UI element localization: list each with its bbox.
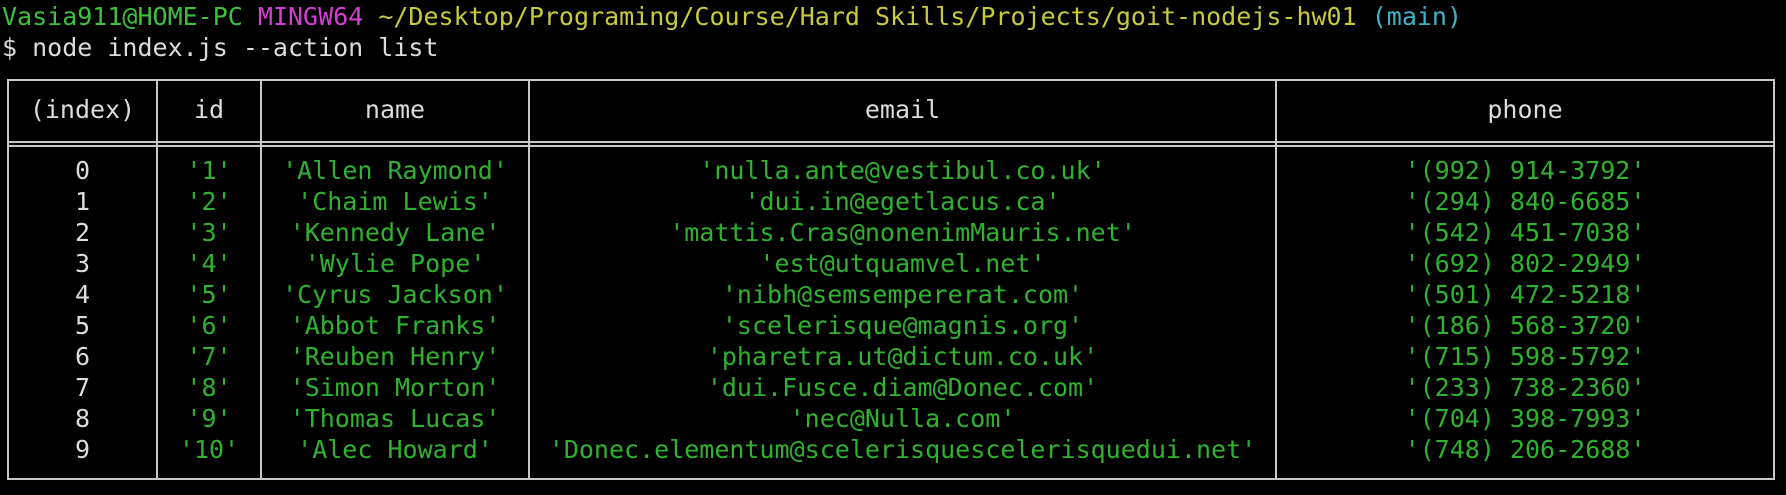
command-line: $ node index.js --action list (2, 33, 439, 62)
name-header: name (364, 95, 426, 124)
console-table: (index) 0 1 2 3 4 5 6 7 8 9 id '1' '2' '… (7, 79, 1775, 480)
table-cell-phone: '(294) 840-6685' (1404, 187, 1646, 216)
prompt-path: ~/Desktop/Programing/Course/Hard Skills/… (378, 2, 1357, 31)
table-cell-phone: '(748) 206-2688' (1404, 435, 1646, 464)
table-cell-id: '3' (186, 218, 232, 247)
phone-header: phone (1487, 95, 1563, 124)
table-cell-name: 'Simon Morton' (289, 373, 501, 402)
table-cell-name: 'Cyrus Jackson' (282, 280, 508, 309)
table-cell-index: 4 (74, 280, 91, 309)
table-cell-id: '6' (186, 311, 232, 340)
table-cell-index: 2 (74, 218, 91, 247)
table-cell-index: 0 (74, 156, 91, 185)
prompt-branch: (main) (1371, 2, 1463, 31)
table-cell-name: 'Chaim Lewis' (297, 187, 493, 216)
phone-column: phone '(992) 914-3792' '(294) 840-6685' … (1277, 81, 1773, 478)
table-cell-index: 9 (74, 435, 91, 464)
table-cell-id: '10' (178, 435, 240, 464)
table-cell-id: '7' (186, 342, 232, 371)
table-cell-index: 1 (74, 187, 91, 216)
table-cell-id: '2' (186, 187, 232, 216)
index-column: (index) 0 1 2 3 4 5 6 7 8 9 (9, 81, 156, 478)
id-header: id (193, 95, 225, 124)
table-cell-email: 'dui.Fusce.diam@Donec.com' (706, 373, 1099, 402)
name-column: name 'Allen Raymond' 'Chaim Lewis' 'Kenn… (262, 81, 528, 478)
email-header: email (864, 95, 941, 124)
table-cell-index: 8 (74, 404, 91, 433)
table-cell-phone: '(542) 451-7038' (1404, 218, 1646, 247)
id-column: id '1' '2' '3' '4' '5' '6' '7' '8' '9' '… (158, 81, 260, 478)
table-cell-name: 'Reuben Henry' (289, 342, 501, 371)
table-cell-phone: '(692) 802-2949' (1404, 249, 1646, 278)
table-cell-name: 'Wylie Pope' (304, 249, 486, 278)
prompt-user-host: Vasia911@HOME-PC (2, 2, 243, 31)
table-cell-email: 'pharetra.ut@dictum.co.uk' (706, 342, 1099, 371)
table-cell-name: 'Alec Howard' (297, 435, 493, 464)
table-cell-email: 'nulla.ante@vestibul.co.uk' (699, 156, 1106, 185)
table-cell-phone: '(233) 738-2360' (1404, 373, 1646, 402)
table-cell-index: 5 (74, 311, 91, 340)
table-cell-id: '9' (186, 404, 232, 433)
table-cell-email: 'mattis.Cras@nonenimMauris.net' (669, 218, 1136, 247)
table-cell-name: 'Abbot Franks' (289, 311, 501, 340)
table-cell-phone: '(186) 568-3720' (1404, 311, 1646, 340)
table-cell-email: 'scelerisque@magnis.org' (721, 311, 1084, 340)
prompt-shell: MINGW64 (257, 2, 364, 31)
table-cell-phone: '(704) 398-7993' (1404, 404, 1646, 433)
table-cell-name: 'Thomas Lucas' (289, 404, 501, 433)
table-cell-id: '8' (186, 373, 232, 402)
table-cell-index: 3 (74, 249, 91, 278)
table-cell-id: '5' (186, 280, 232, 309)
table-cell-id: '1' (186, 156, 232, 185)
table-cell-phone: '(992) 914-3792' (1404, 156, 1646, 185)
table-cell-index: 6 (74, 342, 91, 371)
table-cell-name: 'Kennedy Lane' (289, 218, 501, 247)
table-cell-name: 'Allen Raymond' (282, 156, 508, 185)
table-cell-email: 'est@utquamvel.net' (759, 249, 1046, 278)
prompt-line: Vasia911@HOME-PC MINGW64 ~/Desktop/Progr… (2, 1, 1462, 32)
table-cell-id: '4' (186, 249, 232, 278)
table-cell-email: 'Donec.elementum@scelerisquescelerisqued… (548, 435, 1257, 464)
table-cell-index: 7 (74, 373, 91, 402)
table-cell-phone: '(501) 472-5218' (1404, 280, 1646, 309)
table-cell-email: 'dui.in@egetlacus.ca' (744, 187, 1061, 216)
index-header: (index) (29, 95, 136, 124)
terminal-window[interactable]: Vasia911@HOME-PC MINGW64 ~/Desktop/Progr… (0, 0, 1786, 495)
table-cell-email: 'nec@Nulla.com' (789, 404, 1016, 433)
email-column: email 'nulla.ante@vestibul.co.uk' 'dui.i… (530, 81, 1275, 478)
table-cell-email: 'nibh@semsempererat.com' (721, 280, 1084, 309)
table-cell-phone: '(715) 598-5792' (1404, 342, 1646, 371)
